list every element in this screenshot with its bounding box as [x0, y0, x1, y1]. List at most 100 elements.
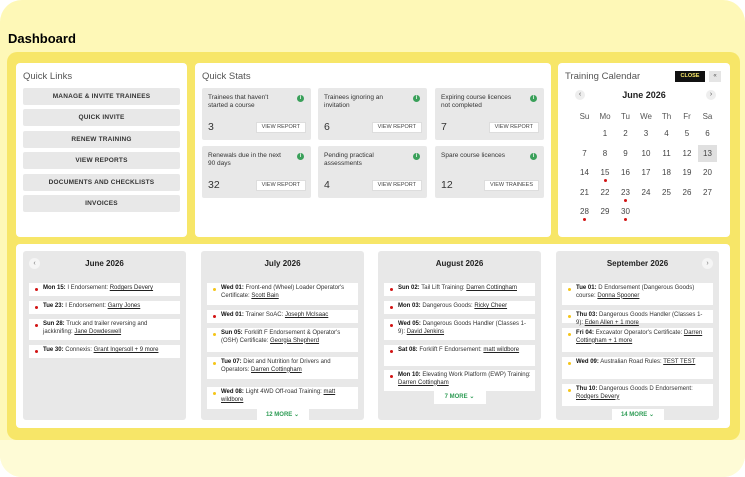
event-trainee-link[interactable]: Joseph McIsaac: [285, 312, 328, 318]
calendar-day[interactable]: 14: [575, 164, 594, 181]
calendar-day[interactable]: 28: [575, 203, 594, 221]
calendar-day[interactable]: 19: [678, 164, 697, 181]
view-report-button[interactable]: VIEW TRAINEES: [484, 180, 539, 191]
calendar-day[interactable]: 9: [616, 145, 635, 162]
calendar-day[interactable]: 22: [596, 184, 615, 201]
invoices-button[interactable]: INVOICES: [23, 195, 180, 212]
view-report-button[interactable]: VIEW REPORT: [488, 122, 539, 133]
view-report-button[interactable]: VIEW REPORT: [371, 180, 422, 191]
calendar-expand-button[interactable]: «: [709, 71, 721, 82]
info-icon[interactable]: i: [297, 153, 304, 160]
calendar-day[interactable]: 26: [678, 184, 697, 201]
event-item[interactable]: Tue 07: Diet and Nutrition for Drivers a…: [207, 357, 358, 379]
event-item[interactable]: Mon 10: Elevating Work Platform (EWP) Tr…: [384, 370, 535, 391]
calendar-day[interactable]: 7: [575, 145, 594, 162]
calendar-day[interactable]: 1: [596, 125, 615, 142]
manage-invite-trainees-button[interactable]: MANAGE & INVITE TRAINEES: [23, 88, 180, 105]
event-item[interactable]: Sat 08: Forklift F Endorsement: matt wil…: [384, 345, 535, 366]
info-icon[interactable]: i: [530, 153, 537, 160]
event-status-dot: [390, 288, 393, 291]
event-item[interactable]: Tue 01: D Endorsement (Dangerous Goods) …: [562, 283, 713, 305]
view-report-button[interactable]: VIEW REPORT: [255, 180, 306, 191]
months-next-icon[interactable]: ›: [702, 258, 713, 269]
event-item[interactable]: Wed 01: Trainer SoAC: Joseph McIsaac: [207, 310, 358, 323]
event-item[interactable]: Wed 09: Australian Road Rules: TEST TEST: [562, 357, 713, 379]
calendar-day[interactable]: 30: [616, 203, 635, 221]
stat-card: Pending practical assessments i 4 VIEW REPO…: [318, 146, 427, 198]
info-icon[interactable]: i: [530, 95, 537, 102]
calendar-day[interactable]: 3: [637, 125, 656, 142]
event-trainee-link[interactable]: Darren Cottingham: [251, 367, 302, 373]
calendar-day[interactable]: 25: [657, 184, 676, 201]
calendar-close-button[interactable]: CLOSE: [675, 71, 705, 82]
event-item[interactable]: Sun 28: Truck and trailer reversing and …: [29, 319, 180, 340]
event-trainee-link[interactable]: Donna Spooner: [597, 293, 639, 299]
month-title: July 2026: [264, 259, 301, 268]
calendar-next-icon[interactable]: ›: [706, 90, 716, 100]
event-trainee-link[interactable]: Darren Cottingham: [466, 285, 517, 291]
calendar-day[interactable]: 11: [657, 145, 676, 162]
calendar-day[interactable]: 17: [637, 164, 656, 181]
event-trainee-link[interactable]: Ricky Cheer: [474, 303, 507, 309]
show-more-button[interactable]: 12 MORE ⌄: [256, 409, 309, 422]
event-trainee-link[interactable]: Rodgers Devery: [576, 394, 619, 400]
event-trainee-link[interactable]: Scott Bain: [251, 293, 278, 299]
show-more-button[interactable]: 14 MORE ⌄: [611, 409, 664, 422]
calendar-day[interactable]: 6: [698, 125, 717, 142]
event-trainee-link[interactable]: TEST TEST: [663, 359, 695, 365]
calendar-day[interactable]: 29: [596, 203, 615, 220]
calendar-day[interactable]: 16: [616, 164, 635, 181]
event-trainee-link[interactable]: matt wildbore: [483, 347, 519, 353]
event-item[interactable]: Thu 10: Dangerous Goods D Endorsement: R…: [562, 384, 713, 406]
event-item[interactable]: Sun 02: Tail Lift Training: Darren Cotti…: [384, 283, 535, 296]
calendar-day[interactable]: 5: [678, 125, 697, 142]
event-trainee-link[interactable]: David Jenkins: [407, 329, 444, 335]
event-trainee-link[interactable]: Grant Ingersoll + 9 more: [94, 347, 159, 353]
calendar-day[interactable]: 8: [596, 145, 615, 162]
calendar-day[interactable]: 23: [616, 184, 635, 202]
event-trainee-link[interactable]: Darren Cottingham: [398, 380, 449, 386]
event-date: Tue 01:: [576, 285, 597, 291]
quick-invite-button[interactable]: QUICK INVITE: [23, 109, 180, 126]
calendar-day[interactable]: 10: [637, 145, 656, 162]
calendar-day[interactable]: 21: [575, 184, 594, 201]
event-trainee-link[interactable]: Rodgers Devery: [110, 285, 153, 291]
show-more-button[interactable]: 7 MORE ⌄: [433, 391, 486, 404]
event-item[interactable]: Thu 03: Dangerous Goods Handler (Classes…: [562, 310, 713, 326]
view-report-button[interactable]: VIEW REPORT: [255, 122, 306, 133]
event-item[interactable]: Wed 05: Dangerous Goods Handler (Classes…: [384, 319, 535, 340]
calendar-day[interactable]: 24: [637, 184, 656, 201]
view-report-button[interactable]: VIEW REPORT: [371, 122, 422, 133]
calendar-day[interactable]: 27: [698, 184, 717, 201]
documents-checklists-button[interactable]: DOCUMENTS AND CHECKLISTS: [23, 174, 180, 191]
renew-training-button[interactable]: RENEW TRAINING: [23, 131, 180, 148]
calendar-day[interactable]: 2: [616, 125, 635, 142]
event-date: Wed 01:: [221, 285, 244, 291]
calendar-day[interactable]: 13: [698, 144, 717, 162]
info-icon[interactable]: i: [297, 95, 304, 102]
event-trainee-link[interactable]: Garry Jones: [108, 303, 141, 309]
calendar-day[interactable]: 18: [657, 164, 676, 181]
day-number: 7: [582, 148, 587, 158]
day-number: 11: [662, 148, 671, 158]
calendar-day[interactable]: 12: [678, 145, 697, 162]
info-icon[interactable]: i: [413, 95, 420, 102]
event-item[interactable]: Tue 30: Connexis: Grant Ingersoll + 9 mo…: [29, 345, 180, 358]
calendar-day[interactable]: 15: [596, 164, 615, 182]
event-item[interactable]: Sun 05: Forklift F Endorsement & Operato…: [207, 328, 358, 352]
info-icon[interactable]: i: [413, 153, 420, 160]
event-item[interactable]: Wed 01: Front-end (Wheel) Loader Operato…: [207, 283, 358, 305]
calendar-day[interactable]: 4: [657, 125, 676, 142]
event-course: Excavator Operator's Certificate:: [595, 330, 683, 336]
event-item[interactable]: Tue 23: I Endorsement: Garry Jones: [29, 301, 180, 314]
event-item[interactable]: Wed 08: Light 4WD Off-road Training: mat…: [207, 387, 358, 409]
calendar-day[interactable]: 20: [698, 164, 717, 181]
event-item[interactable]: Mon 15: I Endorsement: Rodgers Devery: [29, 283, 180, 296]
event-trainee-link[interactable]: Eden Allen + 1 more: [585, 320, 639, 326]
view-reports-button[interactable]: VIEW REPORTS: [23, 152, 180, 169]
event-item[interactable]: Mon 03: Dangerous Goods: Ricky Cheer: [384, 301, 535, 314]
event-trainee-link[interactable]: Jane Dowdeswell: [74, 329, 121, 335]
event-item[interactable]: Fri 04: Excavator Operator's Certificate…: [562, 328, 713, 352]
event-trainee-link[interactable]: Georgia Shepherd: [270, 338, 319, 344]
months-prev-icon[interactable]: ‹: [29, 258, 40, 269]
